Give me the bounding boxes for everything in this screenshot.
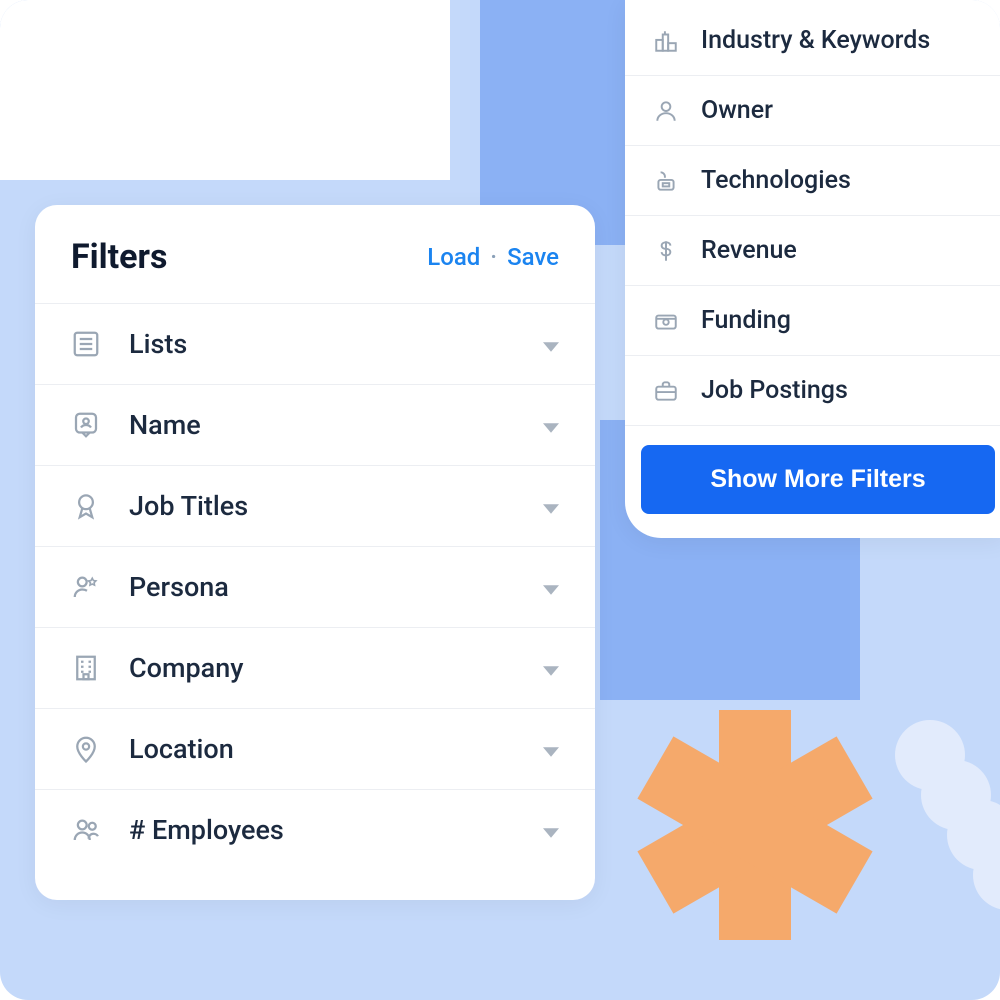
filter-item-persona[interactable]: Persona: [35, 547, 595, 628]
chevron-down-icon: [543, 662, 559, 674]
separator-dot: ·: [490, 243, 497, 271]
filters-header: Filters Load · Save: [35, 205, 595, 304]
filter-label: Persona: [129, 571, 543, 603]
fade-overlay: [641, 417, 995, 425]
filter-item-technologies[interactable]: Technologies: [625, 146, 1000, 216]
badge-icon: [71, 410, 101, 440]
chevron-down-icon: [543, 500, 559, 512]
filter-label: Owner: [701, 96, 977, 125]
industry-icon: [653, 28, 679, 54]
pin-icon: [71, 734, 101, 764]
filter-item-location[interactable]: Location: [35, 709, 595, 790]
filter-item-company[interactable]: Company: [35, 628, 595, 709]
person-star-icon: [71, 572, 101, 602]
filter-label: Location: [129, 733, 543, 765]
filter-label: Job Postings: [701, 376, 977, 405]
save-link[interactable]: Save: [507, 243, 559, 271]
decor-asterisk-icon: [640, 710, 870, 940]
filter-label: Job Titles: [129, 490, 543, 522]
filter-label: # Employees: [129, 814, 543, 846]
filter-label: Funding: [701, 306, 977, 335]
filter-label: Lists: [129, 328, 543, 360]
chevron-down-icon: [543, 338, 559, 350]
load-link[interactable]: Load: [427, 243, 480, 271]
dollar-icon: [653, 238, 679, 264]
filters-panel: Filters Load · Save Lists Name: [35, 205, 595, 900]
chevron-down-icon: [543, 743, 559, 755]
filter-item-name[interactable]: Name: [35, 385, 595, 466]
decor-white-block: [0, 0, 450, 180]
filter-item-owner[interactable]: Owner: [625, 76, 1000, 146]
chevron-down-icon: [543, 581, 559, 593]
canvas: Filters Load · Save Lists Name: [0, 0, 1000, 1000]
medal-icon: [71, 491, 101, 521]
filters-actions: Load · Save: [427, 243, 559, 271]
show-more-filters-button[interactable]: Show More Filters: [641, 445, 995, 514]
briefcase-icon: [653, 378, 679, 404]
filter-label: Industry & Keywords: [701, 26, 977, 55]
people-icon: [71, 815, 101, 845]
filter-label: Technologies: [701, 166, 977, 195]
filter-item-revenue[interactable]: Revenue: [625, 216, 1000, 286]
filter-label: Revenue: [701, 236, 977, 265]
building-icon: [71, 653, 101, 683]
filter-item-lists[interactable]: Lists: [35, 304, 595, 385]
filter-item-funding[interactable]: Funding: [625, 286, 1000, 356]
chevron-down-icon: [543, 419, 559, 431]
list-icon: [71, 329, 101, 359]
more-filters-panel: Industry & Keywords Owner Technologies R…: [625, 0, 1000, 538]
chevron-down-icon: [543, 824, 559, 836]
filters-title: Filters: [71, 237, 167, 277]
filter-item-job-postings[interactable]: Job Postings: [625, 356, 1000, 426]
funding-icon: [653, 308, 679, 334]
filter-item-industry[interactable]: Industry & Keywords: [625, 6, 1000, 76]
person-icon: [653, 98, 679, 124]
filter-item-job-titles[interactable]: Job Titles: [35, 466, 595, 547]
filter-item-employees[interactable]: # Employees: [35, 790, 595, 870]
filter-label: Name: [129, 409, 543, 441]
tech-icon: [653, 168, 679, 194]
filter-label: Company: [129, 652, 543, 684]
